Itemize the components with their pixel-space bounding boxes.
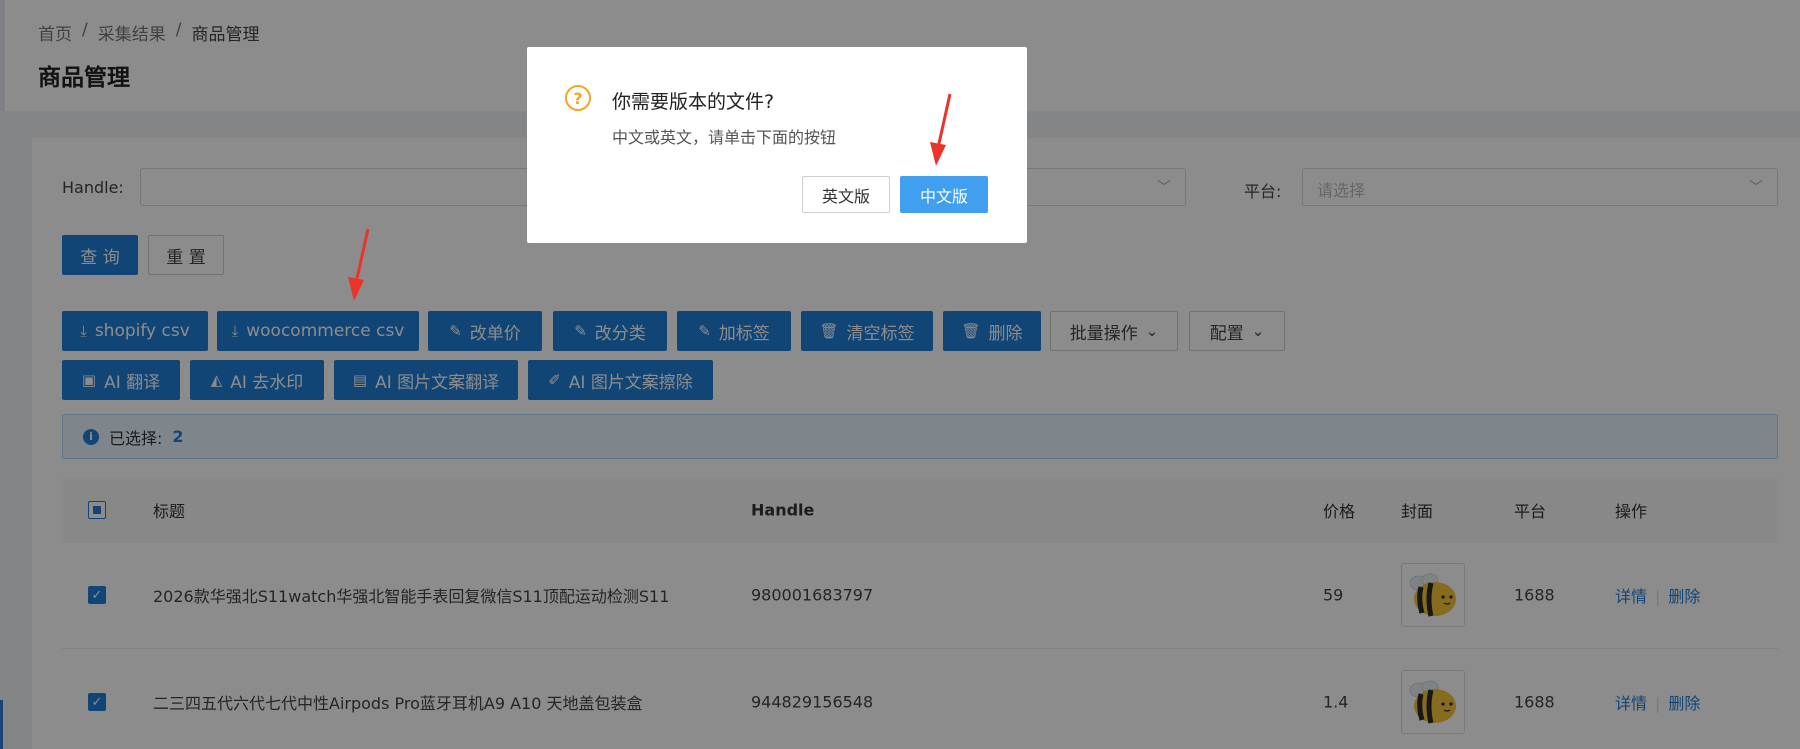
annotation-arrow (930, 93, 952, 166)
dialog-title: 你需要版本的文件? (612, 91, 775, 113)
question-icon: ? (565, 85, 591, 111)
chinese-version-button[interactable]: 中文版 (900, 176, 988, 213)
dialog-message: 中文或英文，请单击下面的按钮 (612, 128, 837, 147)
english-version-button[interactable]: 英文版 (802, 176, 890, 213)
annotation-arrow (348, 228, 370, 301)
